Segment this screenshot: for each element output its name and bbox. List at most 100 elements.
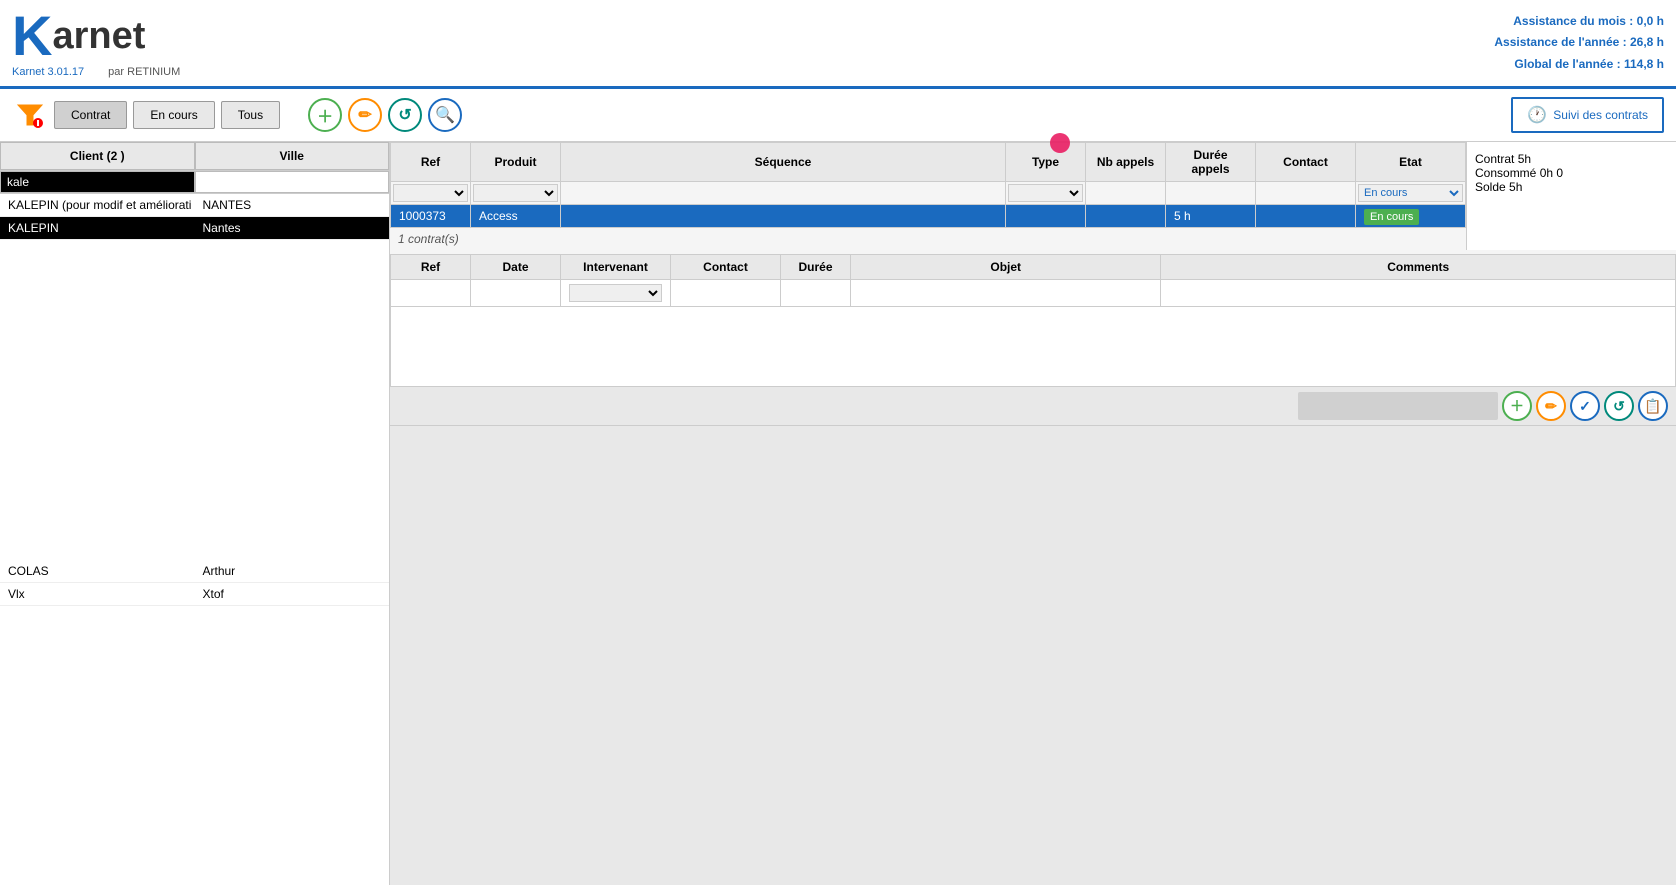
search-button[interactable]: 🔍 xyxy=(428,98,462,132)
int-col-comments: Comments xyxy=(1161,255,1676,280)
contrat-info-row: Contrat 5h xyxy=(1475,152,1668,166)
left-panel: Client (2 ) Ville KALEPIN (pour modif et… xyxy=(0,142,390,885)
col-client: Client (2 ) xyxy=(0,142,195,170)
by-label: par RETINIUM xyxy=(108,66,180,78)
client-search-cell[interactable] xyxy=(0,171,195,193)
filter-ref-select[interactable] xyxy=(393,184,468,202)
toolbar: Contrat En cours Tous ＋ ✏ ↺ 🔍 🕐 Suivi de… xyxy=(0,89,1676,142)
contract-count: 1 contrat(s) xyxy=(390,228,1466,250)
bottom-toolbar: ＋ ✏ ✓ ↺ 📋 xyxy=(390,387,1676,426)
stat1: Assistance du mois : 0,0 h xyxy=(1494,11,1664,33)
int-filter-date[interactable] xyxy=(471,280,561,307)
filter-ref[interactable] xyxy=(391,182,471,205)
stat1-label: Assistance du mois : xyxy=(1513,14,1633,28)
tous-filter-button[interactable]: Tous xyxy=(221,101,280,129)
int-filter-intervenant-select[interactable] xyxy=(569,284,662,302)
filter-etat-select[interactable]: En cours Tous xyxy=(1358,184,1463,202)
filter-sequence[interactable] xyxy=(561,182,1006,205)
logo-k: K xyxy=(12,8,52,64)
suivi-contrats-button[interactable]: 🕐 Suivi des contrats xyxy=(1511,97,1664,133)
col-etat: Etat xyxy=(1356,143,1466,182)
filter-nb-appels[interactable] xyxy=(1086,182,1166,205)
filter-duree[interactable] xyxy=(1166,182,1256,205)
client-row[interactable]: KALEPIN (pour modif et améliorati NANTES xyxy=(0,194,389,217)
side-info-panel: Contrat 5h Consommé 0h 0 Solde 5h xyxy=(1466,142,1676,250)
bottom-delete-button[interactable]: ↺ xyxy=(1604,391,1634,421)
contract-type xyxy=(1006,205,1086,228)
edit-button[interactable]: ✏ xyxy=(348,98,382,132)
add-button[interactable]: ＋ xyxy=(308,98,342,132)
int-filter-ref[interactable] xyxy=(391,280,471,307)
contracts-header-row: Ref Produit Séquence Type Nb appels Duré… xyxy=(391,143,1466,182)
col-nb-appels: Nb appels xyxy=(1086,143,1166,182)
interventions-area: Ref Date Intervenant Contact Durée Objet… xyxy=(390,254,1676,387)
filter-contact[interactable] xyxy=(1256,182,1356,205)
int-filter-objet[interactable] xyxy=(851,280,1161,307)
contract-sequence xyxy=(561,205,1006,228)
interventions-filter-row[interactable] xyxy=(391,280,1676,307)
client-name: KALEPIN (pour modif et améliorati xyxy=(0,194,195,216)
solde-label: Solde xyxy=(1475,180,1506,194)
filter-type[interactable] xyxy=(1006,182,1086,205)
interventions-empty-row xyxy=(391,307,1676,387)
filter-etat[interactable]: En cours Tous xyxy=(1356,182,1466,205)
int-col-ref: Ref xyxy=(391,255,471,280)
filter-funnel-icon xyxy=(16,101,44,129)
header: K arnet Karnet 3.01.17 par RETINIUM Assi… xyxy=(0,0,1676,89)
contract-produit: Access xyxy=(471,205,561,228)
contracts-filter-row[interactable]: En cours Tous xyxy=(391,182,1466,205)
contract-nb-appels xyxy=(1086,205,1166,228)
bottom-edit-button[interactable]: ✏ xyxy=(1536,391,1566,421)
client-row[interactable]: COLAS Arthur xyxy=(0,560,389,583)
int-col-duree: Durée xyxy=(781,255,851,280)
client-table: KALEPIN (pour modif et améliorati NANTES… xyxy=(0,194,389,885)
client-name: COLAS xyxy=(0,560,195,582)
client-search-input[interactable] xyxy=(1,172,194,192)
ville-search-cell[interactable] xyxy=(195,171,390,193)
stat1-value: 0,0 h xyxy=(1637,14,1664,28)
contrat-filter-button[interactable]: Contrat xyxy=(54,101,127,129)
stat2-label: Assistance de l'année : xyxy=(1494,35,1626,49)
client-name: Vlx xyxy=(0,583,195,605)
client-row[interactable]: KALEPIN Nantes xyxy=(0,217,389,240)
client-row[interactable]: Vlx Xtof xyxy=(0,583,389,606)
client-search-row[interactable] xyxy=(0,171,389,194)
contract-etat: En cours xyxy=(1356,205,1466,228)
logo-sub: Karnet 3.01.17 par RETINIUM xyxy=(12,66,180,78)
consomme-label: Consommé xyxy=(1475,166,1536,180)
contract-duree: 5 h xyxy=(1166,205,1256,228)
ville-search-input[interactable] xyxy=(196,172,389,192)
int-filter-comments[interactable] xyxy=(1161,280,1676,307)
right-panel: Ref Produit Séquence Type Nb appels Duré… xyxy=(390,142,1676,885)
en-cours-filter-button[interactable]: En cours xyxy=(133,101,214,129)
version-label: Karnet 3.01.17 xyxy=(12,66,84,78)
client-ville: Xtof xyxy=(195,583,390,605)
stat2-value: 26,8 h xyxy=(1630,35,1664,49)
stat2: Assistance de l'année : 26,8 h xyxy=(1494,32,1664,54)
contracts-table: Ref Produit Séquence Type Nb appels Duré… xyxy=(390,142,1466,228)
int-col-date: Date xyxy=(471,255,561,280)
filter-produit-select[interactable] xyxy=(473,184,558,202)
int-col-intervenant: Intervenant xyxy=(561,255,671,280)
int-filter-duree[interactable] xyxy=(781,280,851,307)
filter-icon[interactable] xyxy=(12,97,48,133)
contract-row[interactable]: 1000373 Access 5 h En cours xyxy=(391,205,1466,228)
bottom-add-button[interactable]: ＋ xyxy=(1502,391,1532,421)
contracts-main: Ref Produit Séquence Type Nb appels Duré… xyxy=(390,142,1466,250)
bottom-history-button[interactable]: 📋 xyxy=(1638,391,1668,421)
logo-area: K arnet Karnet 3.01.17 par RETINIUM xyxy=(12,8,180,78)
contracts-side-row: Ref Produit Séquence Type Nb appels Duré… xyxy=(390,142,1676,250)
filter-type-select[interactable] xyxy=(1008,184,1083,202)
col-ville: Ville xyxy=(195,142,390,170)
filter-produit[interactable] xyxy=(471,182,561,205)
suivi-label: Suivi des contrats xyxy=(1553,108,1648,122)
int-filter-intervenant[interactable] xyxy=(561,280,671,307)
col-sequence: Séquence xyxy=(561,143,1006,182)
delete-button[interactable]: ↺ xyxy=(388,98,422,132)
client-ville: Nantes xyxy=(195,217,390,239)
right-panel-inner: Ref Produit Séquence Type Nb appels Duré… xyxy=(390,142,1676,885)
bottom-validate-button[interactable]: ✓ xyxy=(1570,391,1600,421)
int-filter-contact[interactable] xyxy=(671,280,781,307)
notes-area xyxy=(390,428,1676,885)
bottom-area: ＋ ✏ ✓ ↺ 📋 xyxy=(390,387,1676,885)
